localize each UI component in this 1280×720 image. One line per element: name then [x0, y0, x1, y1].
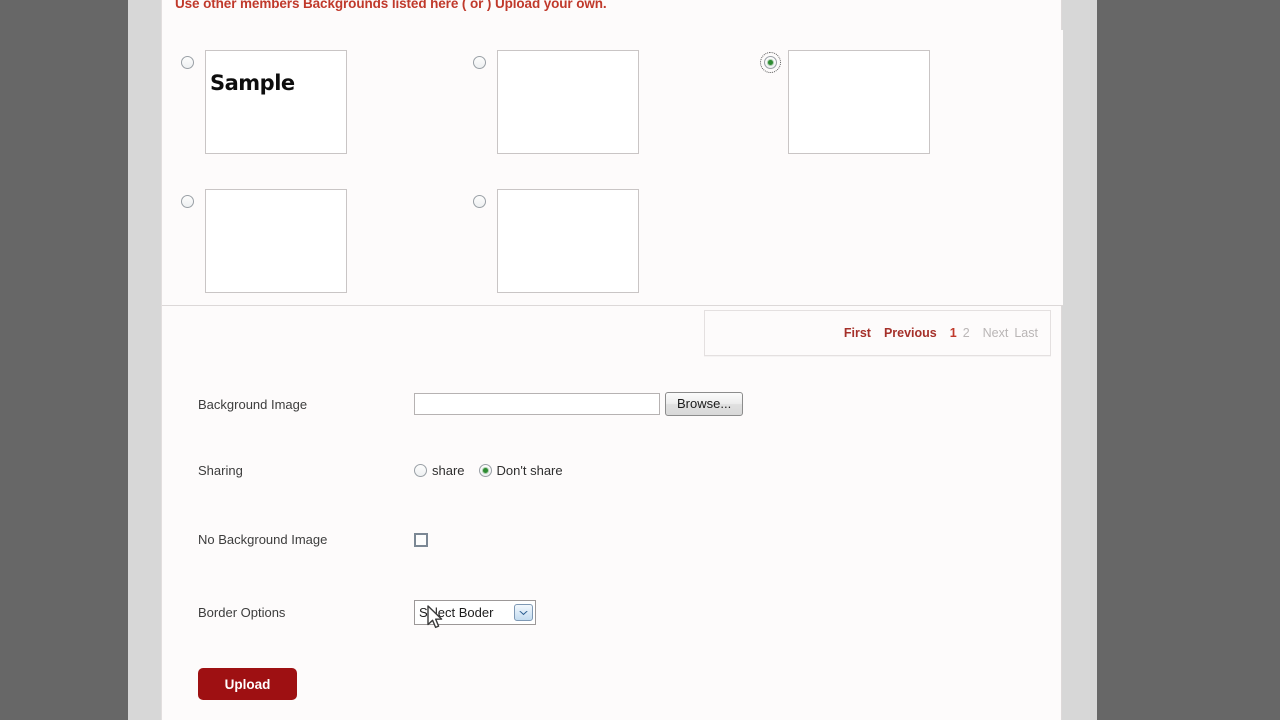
page-margin-right: [1060, 0, 1097, 720]
form-row-background-image: Background Image Browse...: [198, 392, 1038, 416]
sharing-option-share[interactable]: share: [414, 463, 465, 478]
background-thumbnail-black[interactable]: [497, 189, 639, 293]
pagination-last[interactable]: Last: [1014, 326, 1038, 340]
upload-button[interactable]: Upload: [198, 668, 297, 700]
background-radio-blue[interactable]: [181, 195, 194, 208]
background-thumbnail-orange[interactable]: [497, 50, 639, 154]
background-radio-sample[interactable]: [181, 56, 194, 69]
pagination-page-1[interactable]: 1: [950, 326, 957, 340]
border-options-select[interactable]: Select Boder: [414, 600, 536, 625]
browse-button[interactable]: Browse...: [665, 392, 744, 416]
background-image-label: Background Image: [198, 396, 308, 412]
browser-viewport: Use other members Backgrounds listed her…: [0, 0, 1280, 720]
form-row-border-options: Border Options Select Boder: [198, 600, 1038, 625]
pagination-page-2[interactable]: 2: [963, 326, 970, 340]
form-row-no-background-image: No Background Image: [198, 532, 1038, 547]
background-image-input[interactable]: [414, 393, 660, 415]
sharing-label-dont-share: Don't share: [496, 463, 563, 478]
background-thumbnail-blue[interactable]: [205, 189, 347, 293]
no-background-image-checkbox[interactable]: [414, 532, 428, 547]
pagination-next-last: Next Last: [983, 326, 1038, 340]
pagination-next[interactable]: Next: [983, 326, 1009, 340]
background-option-black[interactable]: [473, 189, 639, 293]
background-option-blue[interactable]: [181, 189, 347, 293]
background-option-gray[interactable]: [760, 50, 930, 154]
sharing-label: Sharing: [198, 463, 243, 478]
pagination-first[interactable]: First: [844, 326, 871, 340]
background-option-sample[interactable]: Sample Sample: [181, 50, 347, 154]
form-row-sharing: Sharing share Don't share: [198, 463, 1038, 478]
border-options-selected-value: Select Boder: [419, 605, 494, 620]
upload-form: Background Image Browse... Sharing share: [162, 356, 1063, 720]
pagination: First Previous 1 2 Next Last: [704, 310, 1051, 356]
border-options-control: Select Boder: [414, 600, 536, 625]
background-radio-black[interactable]: [473, 195, 486, 208]
border-options-label: Border Options: [198, 605, 286, 620]
page-content: Use other members Backgrounds listed her…: [161, 0, 1063, 720]
background-thumbnail-gray[interactable]: [788, 50, 930, 154]
chevron-down-icon[interactable]: [514, 604, 533, 621]
sharing-radio-dont-share[interactable]: [478, 464, 492, 477]
background-gallery: Sample Sample: [162, 30, 1063, 306]
sharing-label-share: share: [432, 463, 465, 478]
sharing-control: share Don't share: [414, 463, 563, 478]
sharing-option-dont-share[interactable]: Don't share: [478, 463, 563, 478]
page-margin-left: [128, 0, 162, 720]
background-radio-orange[interactable]: [473, 56, 486, 69]
sharing-radio-share[interactable]: [414, 464, 427, 477]
background-option-orange[interactable]: [473, 50, 639, 154]
pagination-previous[interactable]: Previous: [884, 326, 937, 340]
pagination-pages: 1 2: [950, 326, 970, 340]
page-headline: Use other members Backgrounds listed her…: [175, 0, 607, 11]
background-image-control: Browse...: [414, 392, 744, 416]
background-radio-gray[interactable]: [760, 52, 781, 73]
no-background-image-control: [414, 532, 428, 547]
background-thumbnail-sample[interactable]: Sample Sample: [205, 50, 347, 154]
no-background-image-label: No Background Image: [198, 532, 328, 547]
